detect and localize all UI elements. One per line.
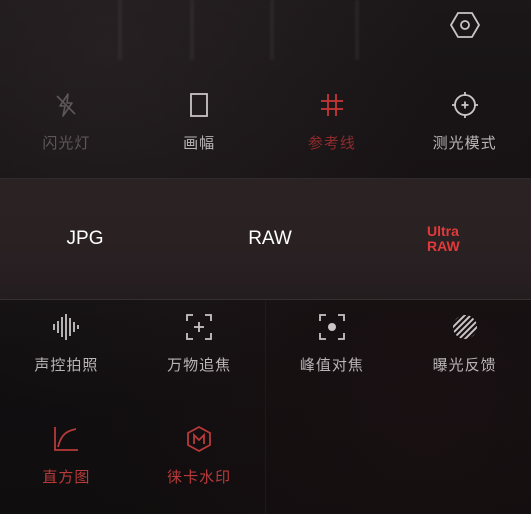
focus-track-plus-icon xyxy=(184,312,214,342)
aspect-ratio-label: 画幅 xyxy=(183,134,216,152)
leica-watermark-label: 徕卡水印 xyxy=(167,468,232,486)
metering-mode-label: 测光模式 xyxy=(432,134,497,152)
ultra-raw-line1: Ultra xyxy=(427,223,459,239)
focus-peaking-toggle[interactable]: 峰值对焦 xyxy=(266,300,399,410)
subject-tracking-toggle[interactable]: 万物追焦 xyxy=(133,300,266,410)
settings-hexagon-icon xyxy=(450,12,480,38)
metering-mode-toggle[interactable]: 测光模式 xyxy=(398,78,531,178)
format-ultra-raw-option[interactable]: Ultra RAW xyxy=(370,224,531,254)
metering-mode-icon xyxy=(450,90,480,120)
leica-watermark-toggle[interactable]: 徕卡水印 xyxy=(133,412,266,514)
image-format-selector: JPG RAW Ultra RAW xyxy=(0,178,531,300)
flash-off-icon xyxy=(51,90,81,120)
flash-toggle[interactable]: 闪光灯 xyxy=(0,78,133,178)
focus-peaking-icon xyxy=(317,312,347,342)
top-bar xyxy=(0,0,531,50)
voice-waveform-icon xyxy=(51,312,81,342)
voice-capture-toggle[interactable]: 声控拍照 xyxy=(0,300,133,410)
aspect-ratio-toggle[interactable]: 画幅 xyxy=(133,78,266,178)
divider xyxy=(265,300,266,514)
quick-settings-row-1: 闪光灯 画幅 参考线 测光模式 xyxy=(0,78,531,178)
exposure-feedback-toggle[interactable]: 曝光反馈 xyxy=(398,300,531,410)
exposure-feedback-label: 曝光反馈 xyxy=(432,356,497,374)
format-jpg-option[interactable]: JPG xyxy=(0,228,170,250)
settings-button[interactable] xyxy=(449,9,481,41)
histogram-label: 直方图 xyxy=(42,468,91,486)
grid-lines-icon xyxy=(317,90,347,120)
flash-label: 闪光灯 xyxy=(42,134,91,152)
empty-slot xyxy=(398,412,531,514)
zebra-stripes-icon xyxy=(450,312,480,342)
grid-lines-label: 参考线 xyxy=(307,134,356,152)
empty-slot xyxy=(266,412,399,514)
format-raw-option[interactable]: RAW xyxy=(170,228,370,250)
histogram-curve-icon xyxy=(51,424,81,454)
voice-capture-label: 声控拍照 xyxy=(34,356,99,374)
focus-peaking-label: 峰值对焦 xyxy=(299,356,364,374)
ultra-raw-line2: RAW xyxy=(427,238,460,254)
camera-settings-panel: 闪光灯 画幅 参考线 测光模式 JPG RAW Ultra RAW 声控拍照 万… xyxy=(0,0,531,514)
subject-tracking-label: 万物追焦 xyxy=(167,356,232,374)
m-badge-icon xyxy=(184,424,214,454)
grid-lines-toggle[interactable]: 参考线 xyxy=(266,78,399,178)
histogram-toggle[interactable]: 直方图 xyxy=(0,412,133,514)
aspect-ratio-icon xyxy=(184,90,214,120)
